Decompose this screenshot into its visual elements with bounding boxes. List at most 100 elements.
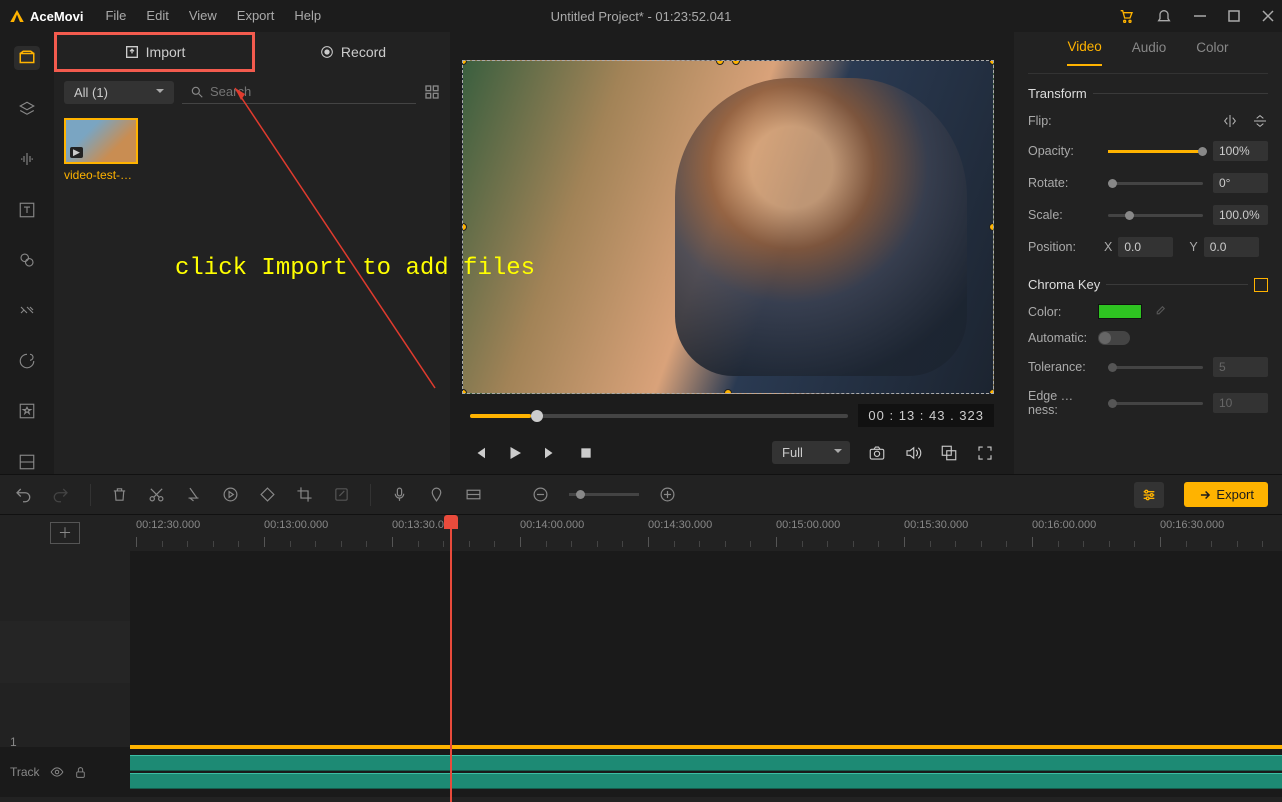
playback-slider[interactable] <box>470 414 848 418</box>
thumbnail-label: video-test-c… <box>64 168 138 182</box>
visibility-icon[interactable] <box>50 765 64 779</box>
fullscreen-icon[interactable] <box>976 444 994 462</box>
eyedropper-icon[interactable] <box>1152 305 1166 319</box>
ruler-tick: 00:14:00.000 <box>520 519 584 531</box>
auto-toggle[interactable] <box>1098 331 1130 345</box>
ruler-tick: 00:15:30.000 <box>904 519 968 531</box>
menu-edit[interactable]: Edit <box>136 0 178 32</box>
menu-export[interactable]: Export <box>227 0 285 32</box>
menu-view[interactable]: View <box>179 0 227 32</box>
tab-color[interactable]: Color <box>1196 40 1228 65</box>
media-thumbnail[interactable]: video-test-c… <box>64 118 138 182</box>
opacity-slider[interactable] <box>1108 150 1203 153</box>
chroma-checkbox[interactable] <box>1254 278 1268 292</box>
tab-audio[interactable]: Audio <box>1132 40 1167 65</box>
preview-image <box>675 78 967 377</box>
grid-view-icon[interactable] <box>424 84 440 100</box>
import-button[interactable]: Import <box>54 32 255 72</box>
cut-icon[interactable] <box>148 486 165 503</box>
tolerance-input[interactable] <box>1213 357 1268 377</box>
play-icon[interactable] <box>506 444 524 462</box>
ruler-tick: 00:16:00.000 <box>1032 519 1096 531</box>
volume-icon[interactable] <box>904 444 922 462</box>
scale-input[interactable] <box>1213 205 1268 225</box>
tab-video[interactable]: Video <box>1067 39 1101 66</box>
tolerance-label: Tolerance: <box>1028 360 1098 374</box>
sidebar-filters-icon[interactable] <box>14 248 40 272</box>
filter-select[interactable]: All (1) <box>64 81 174 104</box>
zoom-out-icon[interactable] <box>532 486 549 503</box>
scale-slider[interactable] <box>1108 214 1203 217</box>
reverse-icon[interactable] <box>222 486 239 503</box>
search-input[interactable] <box>210 84 408 99</box>
ruler-tick: 00:16:30.000 <box>1160 519 1224 531</box>
position-y-input[interactable] <box>1204 237 1259 257</box>
speed-icon[interactable] <box>185 486 202 503</box>
marker-icon[interactable] <box>428 486 445 503</box>
bell-icon[interactable] <box>1156 8 1172 24</box>
sidebar-elements-icon[interactable] <box>14 399 40 423</box>
aspect-icon[interactable] <box>465 486 482 503</box>
sidebar-audio-icon[interactable] <box>14 147 40 171</box>
cart-icon[interactable] <box>1118 8 1134 24</box>
undo-icon[interactable] <box>14 486 32 504</box>
crop-icon[interactable] <box>296 486 313 503</box>
flip-horizontal-icon[interactable] <box>1222 113 1238 129</box>
rotate-slider[interactable] <box>1108 182 1203 185</box>
annotation-text: click Import to add files <box>175 255 535 282</box>
timeline-ruler[interactable]: ✂ 00:12:30.00000:13:00.00000:13:30.00000… <box>130 515 1282 551</box>
record-button[interactable]: Record <box>255 32 450 72</box>
flip-vertical-icon[interactable] <box>1252 113 1268 129</box>
audio-clip[interactable] <box>130 755 1282 771</box>
edge-slider[interactable] <box>1108 402 1203 405</box>
sidebar-media-icon[interactable] <box>14 46 40 70</box>
edge-input[interactable] <box>1213 393 1268 413</box>
redo-icon[interactable] <box>52 486 70 504</box>
delete-icon[interactable] <box>111 486 128 503</box>
menu-file[interactable]: File <box>95 0 136 32</box>
auto-label: Automatic: <box>1028 331 1098 345</box>
snapshot-icon[interactable] <box>868 444 886 462</box>
maximize-icon[interactable] <box>1228 10 1240 22</box>
settings-button[interactable] <box>1134 482 1164 508</box>
detach-icon[interactable] <box>940 444 958 462</box>
rotate-label: Rotate: <box>1028 176 1098 190</box>
opacity-label: Opacity: <box>1028 144 1098 158</box>
rotate-input[interactable] <box>1213 173 1268 193</box>
timecode-display: 00 : 13 : 43 . 323 <box>858 404 994 427</box>
prev-frame-icon[interactable] <box>470 444 488 462</box>
tolerance-slider[interactable] <box>1108 366 1203 369</box>
scale-label: Scale: <box>1028 208 1098 222</box>
zoom-in-icon[interactable] <box>659 486 676 503</box>
search-icon <box>190 85 204 99</box>
stop-icon[interactable] <box>578 445 594 461</box>
next-frame-icon[interactable] <box>542 444 560 462</box>
keyframe-icon[interactable] <box>259 486 276 503</box>
pos-y-label: Y <box>1189 240 1197 254</box>
playhead[interactable]: ✂ <box>450 515 452 551</box>
sidebar-split-icon[interactable] <box>14 450 40 474</box>
minimize-icon[interactable] <box>1194 10 1206 22</box>
preview-canvas[interactable] <box>462 60 994 394</box>
ruler-tick: 00:13:00.000 <box>264 519 328 531</box>
lock-icon[interactable] <box>74 766 87 779</box>
position-label: Position: <box>1028 240 1098 254</box>
position-x-input[interactable] <box>1118 237 1173 257</box>
chroma-color-swatch[interactable] <box>1098 304 1142 319</box>
sidebar-text-icon[interactable] <box>14 197 40 221</box>
add-track-button[interactable]: ＋ <box>50 522 80 544</box>
export-button[interactable]: Export <box>1184 482 1268 507</box>
edit-icon[interactable] <box>333 486 350 503</box>
sidebar-layers-icon[interactable] <box>14 96 40 120</box>
mic-icon[interactable] <box>391 486 408 503</box>
audio-clip[interactable] <box>130 773 1282 789</box>
opacity-input[interactable] <box>1213 141 1268 161</box>
color-label: Color: <box>1028 305 1098 319</box>
sidebar-transitions-icon[interactable] <box>14 298 40 322</box>
zoom-slider[interactable] <box>569 493 639 496</box>
thumbnail-image <box>64 118 138 164</box>
sidebar-animations-icon[interactable] <box>14 349 40 373</box>
close-icon[interactable] <box>1262 10 1274 22</box>
preview-quality-select[interactable]: Full <box>772 441 850 464</box>
menu-help[interactable]: Help <box>284 0 331 32</box>
